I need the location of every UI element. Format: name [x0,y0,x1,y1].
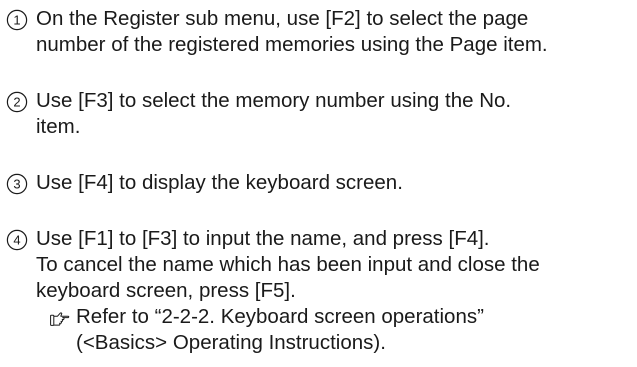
reference-note-text: Refer to “2-2-2. Keyboard screen operati… [76,304,632,356]
step-1-line-1: On the Register sub menu, use [F2] to se… [36,7,529,30]
step-1-line-2: number of the registered memories using … [36,33,548,56]
step-1: 1 On the Register sub menu, use [F2] to … [6,6,632,58]
step-number-4: 4 [6,227,28,253]
step-3-text: Use [F4] to display the keyboard screen. [36,170,632,196]
svg-text:2: 2 [13,95,20,110]
step-2-line-1: Use [F3] to select the memory number usi… [36,89,512,112]
instruction-document: 1 On the Register sub menu, use [F2] to … [0,0,637,367]
step-2: 2 Use [F3] to select the memory number u… [6,88,632,140]
step-3: 3 Use [F4] to display the keyboard scree… [6,170,632,196]
step-4: 4 Use [F1] to [F3] to input the name, an… [6,226,632,356]
svg-text:4: 4 [13,233,20,248]
step-4-line-3: keyboard screen, press [F5]. [36,279,296,302]
step-2-text: Use [F3] to select the memory number usi… [36,88,632,140]
circled-number-4-icon: 4 [6,229,28,251]
step-number-1: 1 [6,7,28,33]
step-number-2: 2 [6,89,28,115]
circled-number-2-icon: 2 [6,91,28,113]
step-4-line-2: To cancel the name which has been input … [36,253,540,276]
circled-number-1-icon: 1 [6,9,28,31]
svg-text:3: 3 [13,177,20,192]
step-1-text: On the Register sub menu, use [F2] to se… [36,6,632,58]
pointing-hand-icon [50,309,70,326]
reference-note-line-1: Refer to “2-2-2. Keyboard screen operati… [76,305,484,328]
circled-number-3-icon: 3 [6,173,28,195]
reference-note: Refer to “2-2-2. Keyboard screen operati… [50,304,632,356]
step-number-3: 3 [6,171,28,197]
step-4-text: Use [F1] to [F3] to input the name, and … [36,226,632,356]
step-2-line-2: item. [36,115,81,138]
step-3-line-1: Use [F4] to display the keyboard screen. [36,171,403,194]
step-4-line-1: Use [F1] to [F3] to input the name, and … [36,227,490,250]
reference-note-line-2: (<Basics> Operating Instructions). [76,331,386,354]
svg-text:1: 1 [13,13,20,28]
